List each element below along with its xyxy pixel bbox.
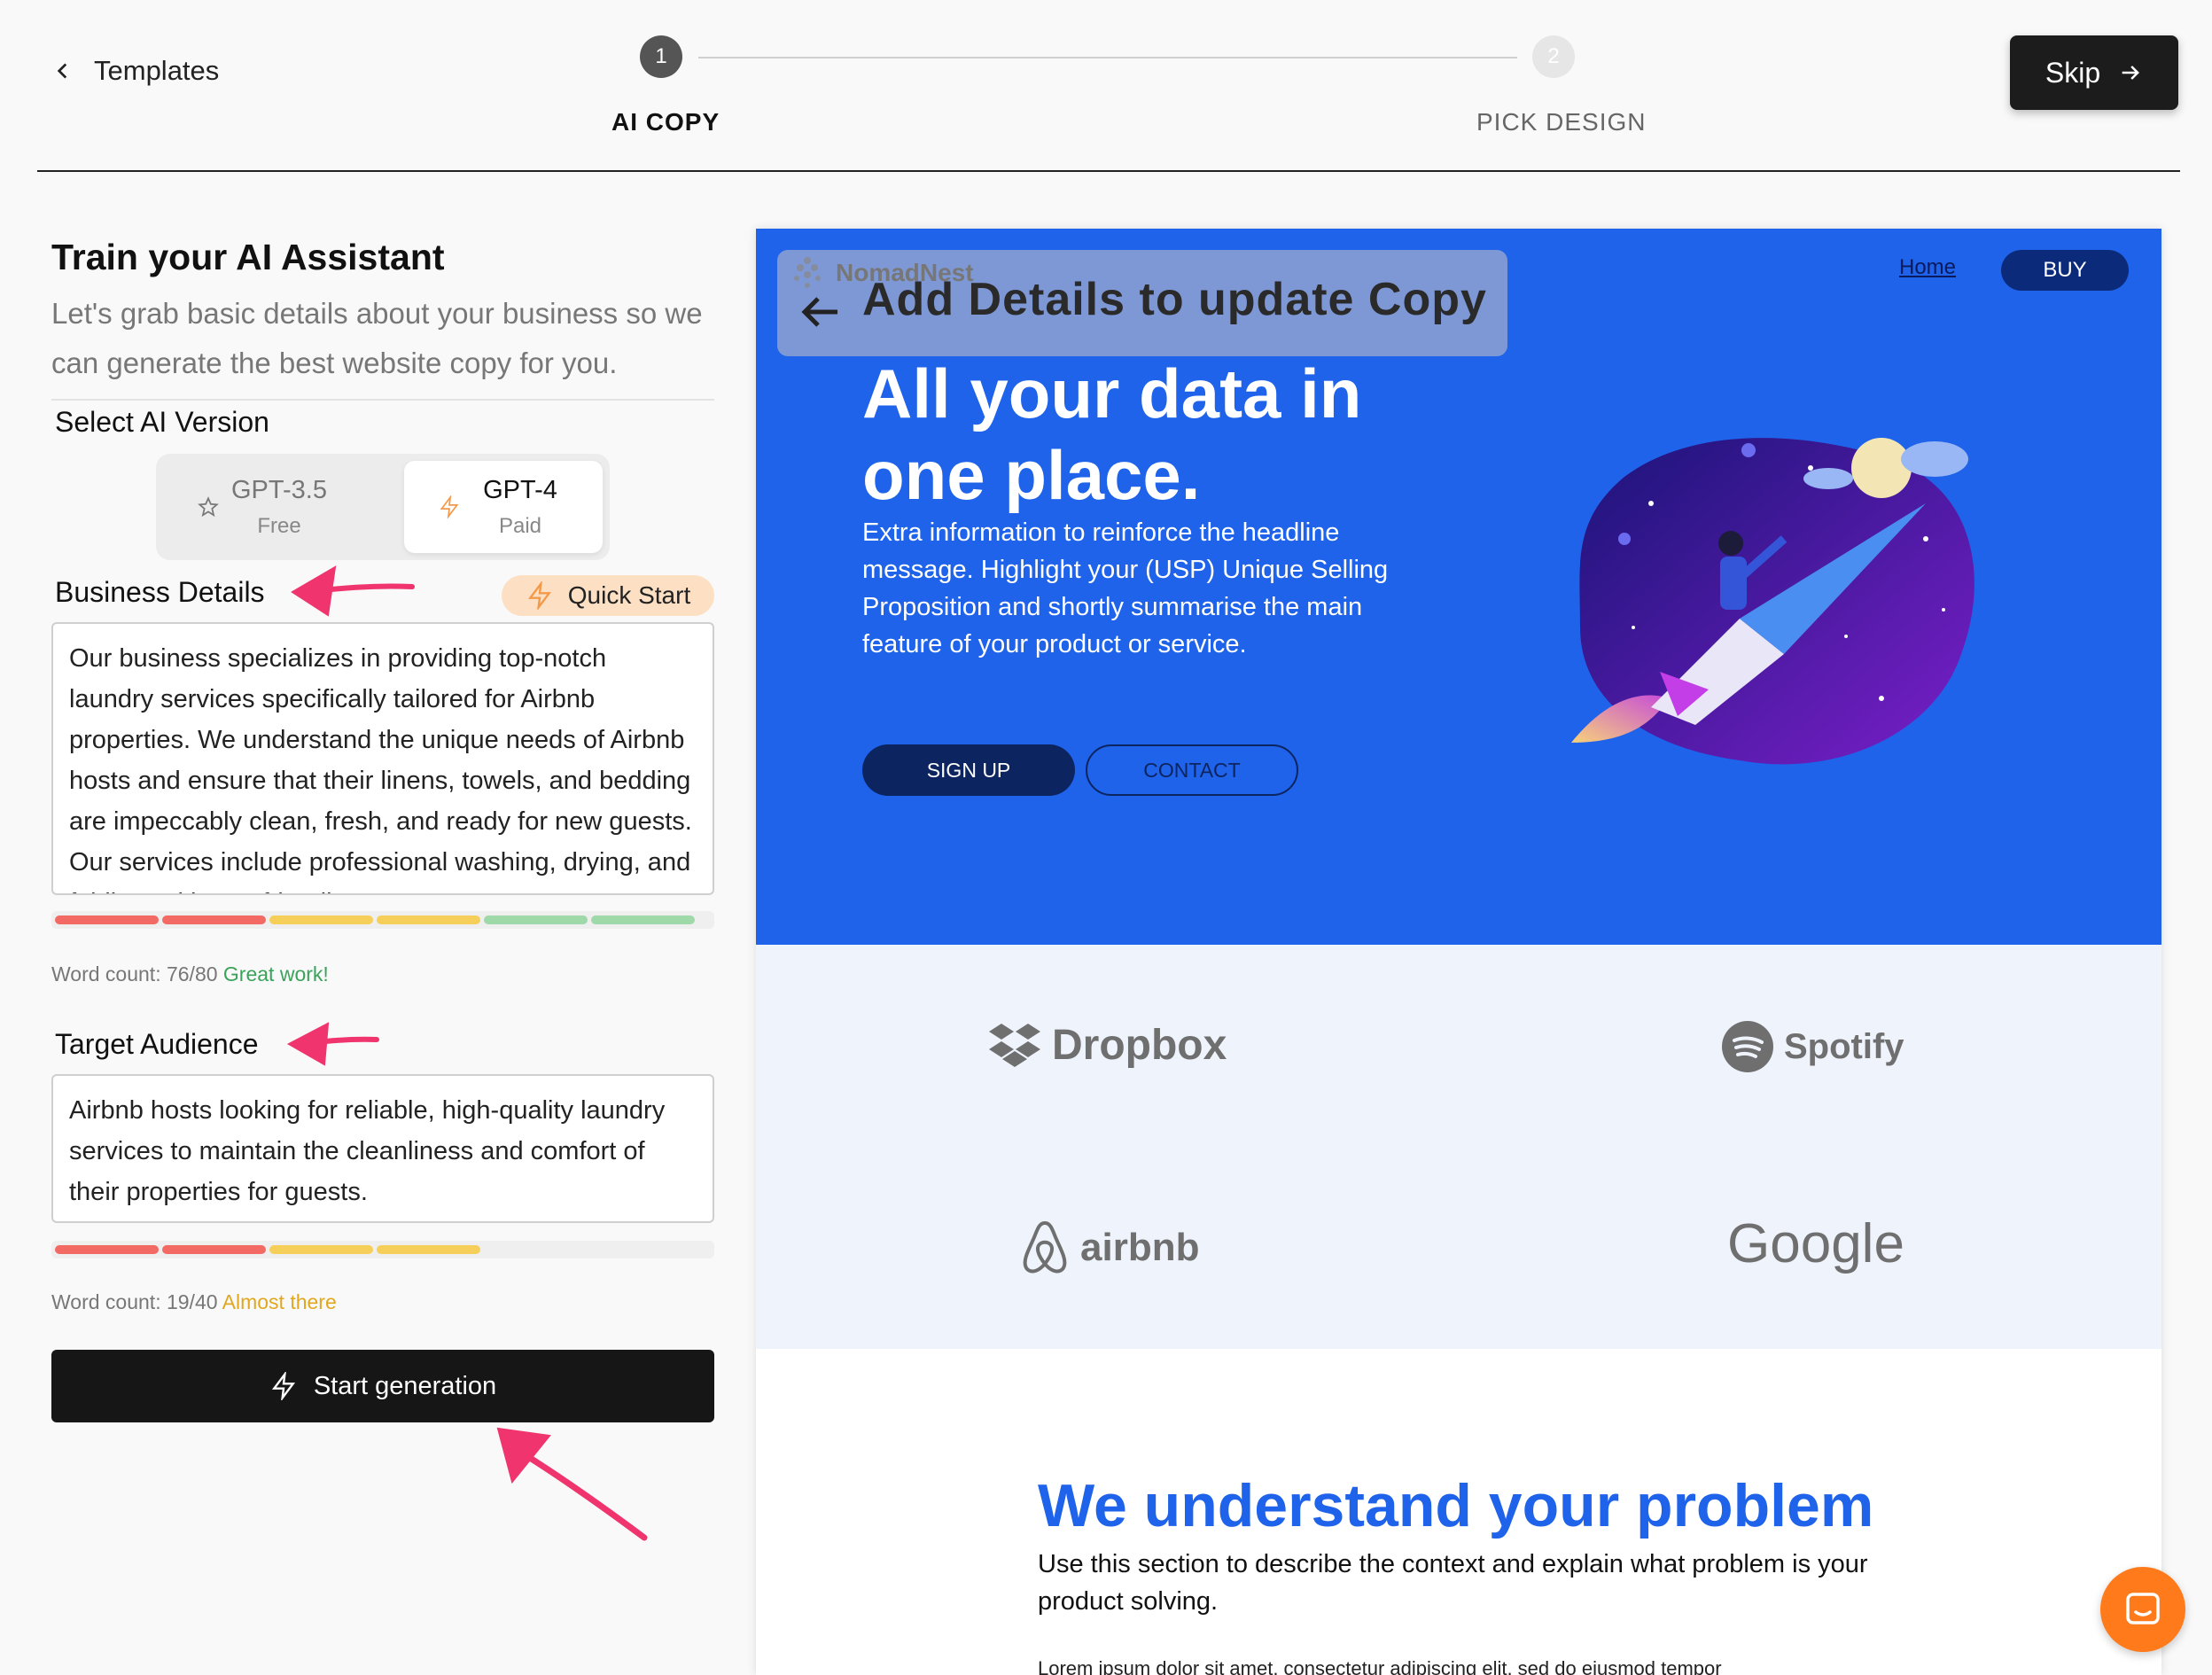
gpt35-option[interactable]: GPT-3.5 Free [163, 461, 362, 553]
banner-text: Add Details to update Copy [862, 274, 1487, 325]
back-to-templates-link[interactable]: Templates [51, 55, 219, 87]
top-bar: Templates 1 2 AI COPY PICK DESIGN Skip [0, 0, 2212, 173]
start-generation-button[interactable]: Start generation [51, 1350, 714, 1422]
ai-assistant-panel: Train your AI Assistant Let's grab basic… [51, 230, 714, 1422]
dropbox-name: Dropbox [1052, 1022, 1227, 1069]
problem-section-title: We understand your problem [1038, 1472, 1874, 1539]
skip-button[interactable]: Skip [2010, 35, 2178, 110]
quick-start-button[interactable]: Quick Start [502, 575, 714, 616]
gpt35-name: GPT-3.5 [231, 475, 327, 504]
google-name: Google [1727, 1213, 1904, 1274]
contact-button[interactable]: CONTACT [1086, 744, 1298, 796]
stepper-line [698, 57, 1517, 58]
arrow-left-icon [801, 297, 837, 327]
audience-word-status: Almost there [222, 1290, 337, 1313]
signup-button[interactable]: SIGN UP [862, 744, 1075, 796]
airbnb-name: airbnb [1080, 1226, 1200, 1269]
gpt4-option[interactable]: GPT-4 Paid [404, 461, 603, 553]
panel-divider [51, 399, 714, 401]
start-generation-label: Start generation [313, 1371, 497, 1400]
business-details-textarea[interactable]: Our business specializes in providing to… [51, 622, 714, 895]
meter-segment [377, 1245, 480, 1254]
business-word-count: Word count: 76/80 Great work! [51, 962, 329, 986]
chat-launcher-button[interactable] [2100, 1567, 2185, 1652]
step-2-indicator: 2 [1532, 35, 1575, 78]
arrow-to-start-generation [519, 1450, 648, 1541]
target-audience-textarea[interactable]: Airbnb hosts looking for reliable, high-… [51, 1074, 714, 1223]
spotify-logo: Spotify [1722, 1021, 1904, 1072]
gpt4-name: GPT-4 [483, 475, 557, 504]
ai-version-label: Select AI Version [55, 406, 269, 438]
meter-segment [55, 1245, 159, 1254]
hero-text: Extra information to reinforce the headl… [862, 518, 1389, 658]
problem-section-text: Use this section to describe the context… [1038, 1550, 1868, 1616]
step-2-label[interactable]: PICK DESIGN [1476, 108, 1646, 136]
spotify-name: Spotify [1784, 1026, 1904, 1066]
rocket-illustration [1571, 438, 1974, 765]
website-preview: NomadNest Add Details to update Copy Hom… [756, 229, 2161, 1675]
lorem-text: Lorem ipsum dolor sit amet, consectetur … [1038, 1657, 1722, 1675]
business-details-label: Business Details [55, 576, 265, 608]
airbnb-logo: airbnb [1020, 1219, 1199, 1276]
star-icon [198, 496, 219, 518]
spotify-icon [1722, 1021, 1773, 1072]
pinecone-logo-icon [794, 257, 821, 288]
meter-segment [55, 915, 159, 924]
meter-segment [484, 915, 588, 924]
arrow-to-business-details [306, 583, 415, 595]
skip-label: Skip [2045, 56, 2101, 89]
back-label: Templates [94, 55, 220, 86]
meter-segment [591, 915, 695, 924]
quick-start-label: Quick Start [567, 581, 691, 609]
audience-word-count: Word count: 19/40 Almost there [51, 1290, 337, 1314]
dropbox-icon [989, 1023, 1040, 1067]
preview-home-link[interactable]: Home [1899, 255, 1956, 280]
meter-segment [377, 915, 480, 924]
preview-buy-button[interactable]: BUY [2001, 250, 2129, 291]
arrow-right-icon [2122, 66, 2140, 80]
preview-hero: NomadNest Add Details to update Copy Hom… [756, 229, 2161, 945]
panel-title: Train your AI Assistant [51, 237, 445, 277]
business-word-meter [51, 911, 714, 929]
meter-segment [269, 1245, 373, 1254]
ai-version-toggle: GPT-3.5 Free GPT-4 Paid [156, 454, 610, 560]
business-word-status: Great work! [222, 962, 329, 986]
dropbox-logo: Dropbox [988, 1021, 1227, 1070]
gpt4-sub: Paid [498, 513, 542, 538]
gpt35-sub: Free [257, 513, 301, 538]
chat-icon [2126, 1593, 2160, 1624]
header-divider [37, 170, 2180, 172]
business-word-count-value: Word count: 76/80 [51, 962, 218, 986]
audience-word-meter [51, 1241, 714, 1258]
google-logo: Google [1727, 1212, 1904, 1275]
bolt-icon [440, 495, 459, 518]
airbnb-icon [1023, 1220, 1067, 1274]
target-audience-label: Target Audience [55, 1028, 259, 1060]
chevron-left-icon [57, 63, 67, 79]
hero-title: All your data in one place. [862, 354, 1362, 514]
add-details-banner: NomadNest Add Details to update Copy [777, 250, 1507, 356]
panel-subtitle: Let's grab basic details about your busi… [51, 297, 703, 379]
step-1-label: AI COPY [611, 108, 720, 136]
bolt-icon [527, 581, 551, 610]
meter-segment [162, 1245, 266, 1254]
client-logos: Dropbox Spotify airbnb Google [756, 945, 2161, 1349]
meter-segment [269, 915, 373, 924]
arrow-to-target-audience [300, 1036, 379, 1047]
step-1-indicator: 1 [640, 35, 682, 78]
bolt-icon [271, 1372, 295, 1400]
meter-segment [162, 915, 266, 924]
audience-word-count-value: Word count: 19/40 [51, 1290, 218, 1313]
